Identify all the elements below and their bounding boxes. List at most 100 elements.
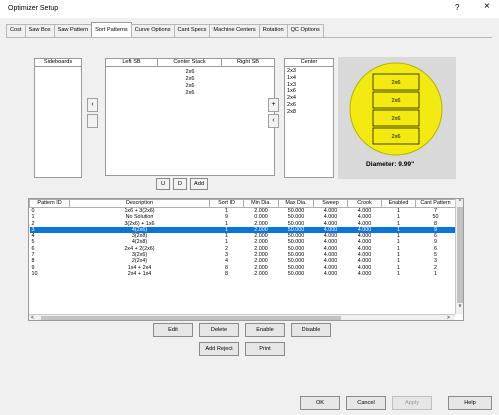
table-cell: 1x6 + 3(2x6) <box>124 208 155 214</box>
preview-board-label: 2x6 <box>391 98 400 104</box>
scroll-up-icon[interactable]: ^ <box>456 199 463 207</box>
tab-sort-patterns[interactable]: Sort Patterns <box>91 22 132 37</box>
column-header[interactable]: Pattern ID <box>29 199 70 208</box>
preview-board-label: 2x6 <box>391 80 400 86</box>
center-item[interactable]: 1x3 <box>287 82 331 89</box>
center-item[interactable]: 2x6 <box>287 102 331 109</box>
table-cell: 0 <box>31 208 35 214</box>
table-header-row: Pattern ID Description Sort ID Min Dia. Max … <box>29 199 455 208</box>
move-down-button[interactable]: D <box>173 178 187 190</box>
center-stack-item[interactable]: 2x6 <box>158 69 222 76</box>
add-reject-button[interactable]: Add Reject <box>199 342 239 356</box>
column-header[interactable]: Enabled <box>381 199 416 208</box>
preview-board-label: 2x6 <box>391 116 400 122</box>
center-stack-item[interactable]: 2x6 <box>158 90 222 97</box>
stack-table[interactable]: Left SB Center Stack Right SB 2x6 2x6 2x6 2… <box>105 58 275 176</box>
column-header[interactable]: Sort ID <box>209 199 244 208</box>
sideboards-list[interactable]: Sideboards <box>34 58 82 178</box>
add-button[interactable]: Add <box>190 178 208 190</box>
table-cell: 7 <box>434 208 437 214</box>
vertical-scrollbar[interactable]: ^ v <box>455 199 463 314</box>
tab-rotation[interactable]: Rotation <box>258 24 288 37</box>
table-cell: 4.000 <box>323 208 338 214</box>
vertical-scroll-thumb[interactable] <box>457 207 463 303</box>
right-sb-header: Right SB <box>236 59 260 65</box>
center-item[interactable]: 2x4 <box>287 95 331 102</box>
diameter-label: Diameter: 9.99" <box>366 161 415 168</box>
tab-cost[interactable]: Cost <box>6 24 26 37</box>
arrow-left-icon: ‹ <box>91 101 94 108</box>
table-cell: 1 <box>397 270 400 277</box>
title-bar <box>0 0 499 18</box>
table-cell: 2x4 + 1x4 <box>127 270 152 277</box>
table-row[interactable]: 0 1x6 + 3(2x6) 1 2.000 50.000 4.000 4.000 1 7 <box>30 208 456 215</box>
table-cell: 8 <box>225 270 228 277</box>
cancel-button[interactable]: Cancel <box>346 396 386 410</box>
table-cell: 4.000 <box>357 208 372 214</box>
column-header[interactable]: Max Dia. <box>278 199 314 208</box>
table-cell: 1 <box>225 208 228 214</box>
enable-button[interactable]: Enable <box>245 323 285 337</box>
center-items: 2x3 1x4 1x3 1x6 2x4 2x6 2x8 <box>285 67 333 117</box>
tab-machine-centers[interactable]: Machine Centers <box>209 24 260 37</box>
table-cell: 50.000 <box>287 270 305 277</box>
center-item[interactable]: 2x3 <box>287 68 331 75</box>
stack-header-row: Left SB Center Stack Right SB <box>106 59 274 67</box>
center-stack-item[interactable]: 2x6 <box>158 76 222 83</box>
center-stack-items: 2x6 2x6 2x6 2x6 <box>158 69 222 97</box>
center-item[interactable]: 1x6 <box>287 88 331 95</box>
scroll-left-icon[interactable]: < <box>31 315 34 320</box>
column-header[interactable]: Crook <box>347 199 382 208</box>
help-button[interactable]: Help <box>448 396 492 410</box>
center-item[interactable]: 1x4 <box>287 75 331 82</box>
column-header[interactable]: Min Dia. <box>243 199 279 208</box>
edit-button[interactable]: Edit <box>153 323 193 337</box>
tab-strip: Cost Saw Box Saw Pattern Sort Patterns Curve… <box>6 22 324 38</box>
tab-saw-box[interactable]: Saw Box <box>24 24 55 37</box>
table-row[interactable]: 10 2x4 + 1x4 8 2.000 50.000 4.000 4.000 1 1 <box>30 271 456 277</box>
horizontal-scrollbar[interactable]: < > <box>29 314 455 320</box>
print-button[interactable]: Print <box>245 342 285 356</box>
tab-divider <box>6 37 492 38</box>
disable-button[interactable]: Disable <box>291 323 331 337</box>
preview-board-label: 2x6 <box>391 134 400 140</box>
tab-qc-options[interactable]: QC Options <box>286 24 324 37</box>
move-left-button[interactable]: ‹ <box>87 98 98 112</box>
table-cell: 4.000 <box>357 270 372 277</box>
table-cell: 10 <box>31 270 38 277</box>
scroll-down-icon[interactable]: v <box>456 303 463 311</box>
tab-cant-specs[interactable]: Cant Specs <box>173 24 211 37</box>
center-stack-item[interactable]: 2x6 <box>158 83 222 90</box>
horizontal-scroll-thumb[interactable] <box>41 316 341 320</box>
table-body: 0 1x6 + 3(2x6) 1 2.000 50.000 4.000 4.000 1 7 1 No… <box>29 208 456 278</box>
scroll-right-icon[interactable]: > <box>447 315 450 320</box>
table-cell: 50.000 <box>287 208 305 214</box>
window-title: Optimizer Setup <box>8 5 59 12</box>
pattern-preview: 2x6 2x6 2x6 2x6 Diameter: 9.99" <box>338 57 456 179</box>
move-to-stack-button[interactable]: ‹ <box>268 114 279 128</box>
ok-button[interactable]: OK <box>300 396 340 410</box>
arrow-left-icon: ‹ <box>272 117 275 124</box>
help-icon[interactable]: ? <box>455 3 459 12</box>
apply-button[interactable]: Apply <box>392 396 432 410</box>
left-sb-header: Left SB <box>106 59 158 67</box>
table-cell: 1 <box>434 270 437 277</box>
center-list[interactable]: Center 2x3 1x4 1x3 1x6 2x4 2x6 2x8 <box>284 58 334 178</box>
tab-saw-pattern[interactable]: Saw Pattern <box>53 24 93 37</box>
column-header[interactable]: Sweep <box>313 199 348 208</box>
pattern-grid: Pattern ID Description Sort ID Min Dia. Max … <box>29 199 455 277</box>
table-cell: 2.000 <box>254 208 268 214</box>
tab-curve-options[interactable]: Curve Options <box>130 24 175 37</box>
move-left-button-2[interactable] <box>87 114 98 128</box>
center-item[interactable]: 2x8 <box>287 109 331 116</box>
move-up-button[interactable]: U <box>156 178 170 190</box>
column-header[interactable]: Description <box>69 199 210 208</box>
close-icon[interactable]: × <box>484 1 490 12</box>
column-header[interactable]: Cant Pattern <box>415 199 455 208</box>
table-cell: 4.000 <box>323 270 338 277</box>
table-cell: 1 <box>397 208 400 214</box>
delete-button[interactable]: Delete <box>199 323 239 337</box>
pattern-table[interactable]: Pattern ID Description Sort ID Min Dia. Max … <box>28 198 464 321</box>
add-to-stack-button[interactable]: + <box>268 98 279 112</box>
center-header: Center <box>285 59 333 67</box>
